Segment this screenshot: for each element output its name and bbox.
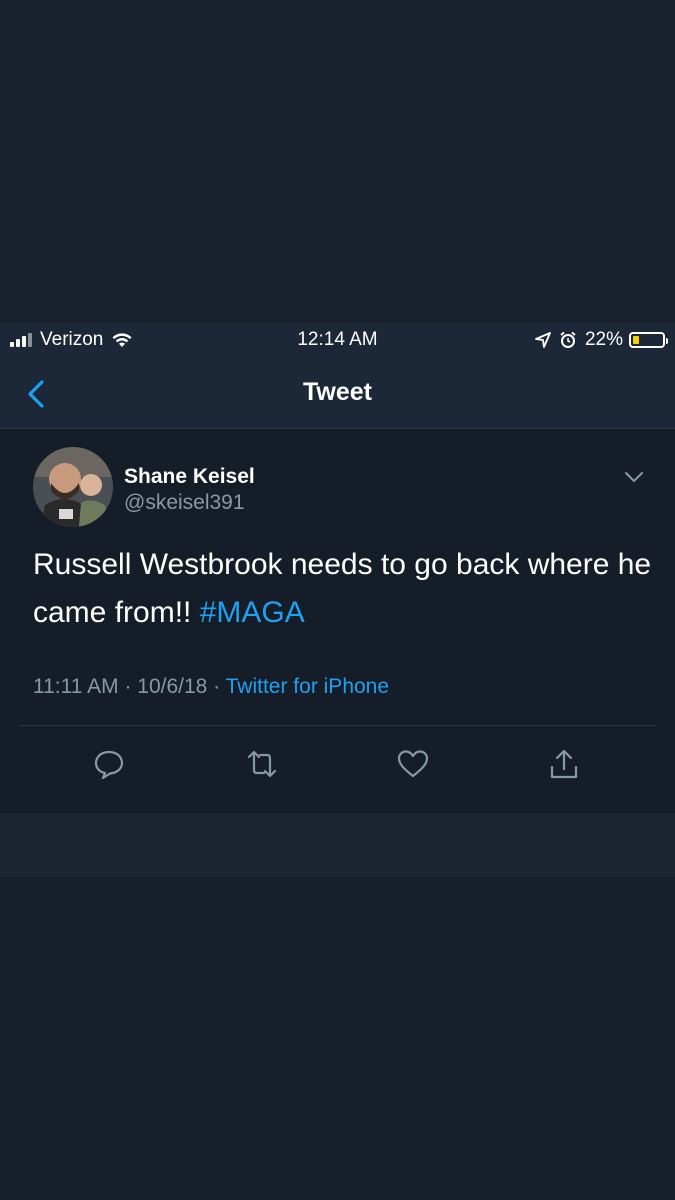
location-arrow-icon: [535, 332, 551, 348]
share-icon[interactable]: [547, 747, 581, 781]
reply-icon[interactable]: [92, 747, 126, 781]
battery-level-fill: [633, 336, 639, 344]
page-title: Tweet: [303, 378, 372, 406]
battery-percent: 22%: [584, 329, 623, 350]
chevron-down-icon[interactable]: [620, 465, 648, 489]
hashtag-link[interactable]: #MAGA: [200, 596, 305, 629]
status-right: 22%: [535, 329, 668, 351]
divider: [20, 725, 655, 726]
avatar-photo: [33, 447, 113, 527]
timeline-gap: [0, 813, 675, 877]
tweet-card: Shane Keisel @skeisel391 Russell Westbro…: [0, 429, 675, 814]
author-handle[interactable]: @skeisel391: [124, 491, 245, 515]
retweet-icon[interactable]: [245, 747, 279, 781]
avatar[interactable]: [33, 447, 113, 527]
tweet-timestamp: 11:11 AM · 10/6/18 ·: [33, 675, 226, 698]
battery-icon: [629, 332, 668, 348]
alarm-icon: [560, 331, 576, 348]
tweet-text-content: Russell Westbrook needs to go back where…: [33, 548, 652, 629]
background-area: [0, 0, 675, 322]
author-name[interactable]: Shane Keisel: [124, 465, 255, 489]
tweet-text: Russell Westbrook needs to go back where…: [33, 541, 653, 637]
status-bar: Verizon 12:14 AM 22%: [0, 322, 675, 358]
phone-screen: Verizon 12:14 AM 22% Tweet Shane Keisel …: [0, 322, 675, 814]
navigation-bar: Tweet: [0, 358, 675, 429]
tweet-meta: 11:11 AM · 10/6/18 · Twitter for iPhone: [33, 675, 389, 699]
tweet-source-link[interactable]: Twitter for iPhone: [226, 675, 389, 698]
like-icon[interactable]: [396, 747, 430, 781]
tweet-actions: [0, 747, 675, 787]
